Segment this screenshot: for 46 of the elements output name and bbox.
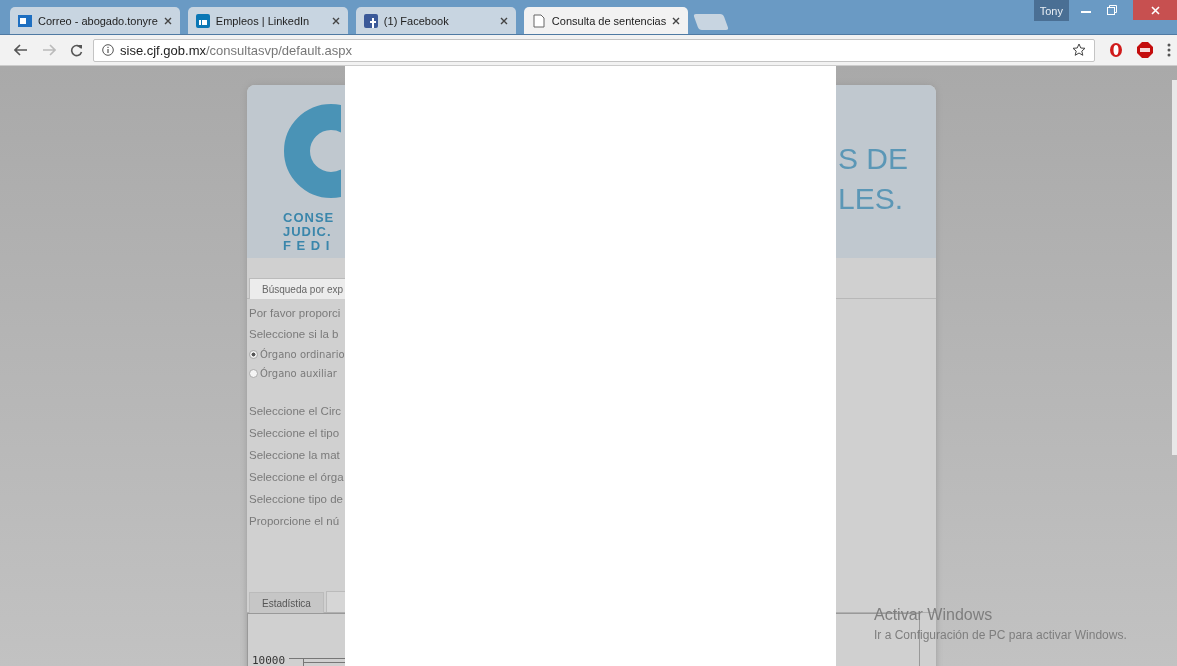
close-button[interactable] bbox=[1133, 0, 1177, 20]
reload-icon[interactable] bbox=[70, 43, 83, 57]
profile-button[interactable]: Tony bbox=[1033, 0, 1069, 21]
browser-tab[interactable]: Correo - abogado.tonyre bbox=[10, 7, 180, 34]
field-label: Proporcione el nú bbox=[249, 514, 341, 529]
logo-text: CONSE bbox=[283, 211, 336, 225]
activation-title: Activar Windows bbox=[874, 606, 994, 624]
close-icon[interactable] bbox=[672, 16, 681, 25]
field-label: Seleccione la mat bbox=[249, 448, 341, 463]
logo-ring-icon bbox=[283, 103, 341, 199]
field-label: Seleccione el tipo bbox=[249, 426, 341, 441]
activation-text: Ir a Configuración de PC para activar Windows. bbox=[874, 628, 1127, 642]
back-icon[interactable] bbox=[14, 44, 28, 56]
page-icon bbox=[531, 13, 546, 28]
statistics-tab[interactable]: Estadística bbox=[249, 592, 324, 613]
axis-tick-label: 10000 bbox=[252, 654, 286, 666]
logo-text: F E D I bbox=[283, 239, 332, 253]
close-icon[interactable] bbox=[163, 16, 172, 25]
field-label: Seleccione el órga bbox=[249, 470, 345, 485]
browser-tab[interactable]: Empleos | LinkedIn bbox=[187, 7, 348, 34]
url-text: sise.cjf.gob.mx/consultasvp/default.aspx bbox=[120, 42, 352, 58]
tab-title: Empleos | LinkedIn bbox=[215, 14, 311, 27]
instruction-text: Por favor proporci bbox=[249, 306, 342, 321]
page-title: S DE bbox=[838, 141, 909, 177]
browser-tab[interactable]: Consulta de sentencias bbox=[523, 7, 689, 34]
menu-icon[interactable] bbox=[1167, 43, 1171, 57]
field-label: Seleccione el Circ bbox=[249, 404, 343, 419]
close-icon[interactable] bbox=[499, 16, 508, 25]
radio-button[interactable] bbox=[249, 369, 258, 378]
scrollbar[interactable] bbox=[1172, 80, 1177, 455]
star-icon[interactable] bbox=[1072, 43, 1086, 57]
address-bar[interactable]: sise.cjf.gob.mx/consultasvp/default.aspx bbox=[93, 38, 1095, 62]
tab-title: Consulta de sentencias bbox=[551, 14, 667, 27]
mail-icon bbox=[18, 13, 32, 28]
close-icon bbox=[1150, 5, 1160, 15]
close-icon[interactable] bbox=[331, 16, 340, 25]
page-title: LES. bbox=[838, 181, 905, 217]
logo-text: JUDIC. bbox=[283, 225, 333, 239]
radio-button[interactable] bbox=[249, 350, 258, 359]
restore-icon[interactable] bbox=[1107, 5, 1117, 15]
tab-title: Correo - abogado.tonyre bbox=[38, 14, 158, 27]
browser-tab[interactable]: (1) Facebook bbox=[355, 7, 516, 34]
field-label: Seleccione tipo de bbox=[249, 492, 344, 507]
tab-title: (1) Facebook bbox=[383, 14, 450, 27]
info-icon bbox=[102, 44, 114, 56]
instruction-text: Seleccione si la b bbox=[249, 327, 340, 342]
